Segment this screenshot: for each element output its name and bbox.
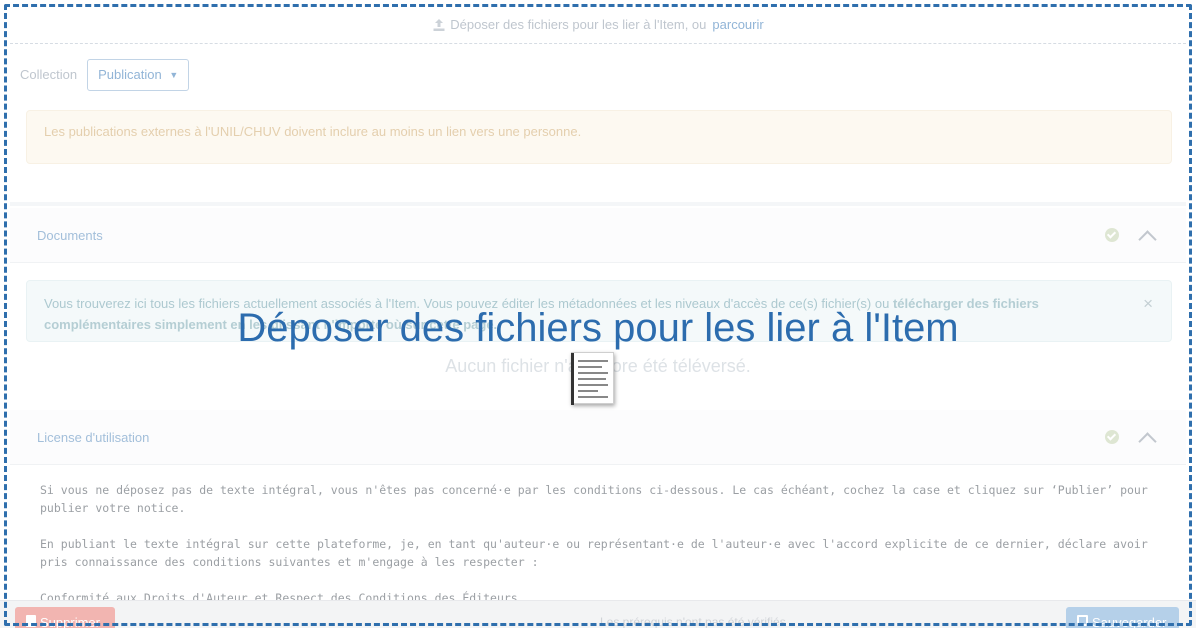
file-line [578,396,608,398]
dragged-file-icon[interactable] [571,352,614,405]
drop-overlay[interactable]: Déposer des fichiers pour les lier à l'I… [0,0,1196,628]
file-line [578,360,608,362]
file-line [578,366,602,368]
file-line [578,372,608,374]
drop-overlay-title: Déposer des fichiers pour les lier à l'I… [237,306,959,350]
item-edit-page: Déposer des fichiers pour les lier à l'I… [0,0,1196,628]
file-line [578,390,598,392]
file-line [578,384,608,386]
file-edge [571,353,574,405]
file-line [578,378,606,380]
